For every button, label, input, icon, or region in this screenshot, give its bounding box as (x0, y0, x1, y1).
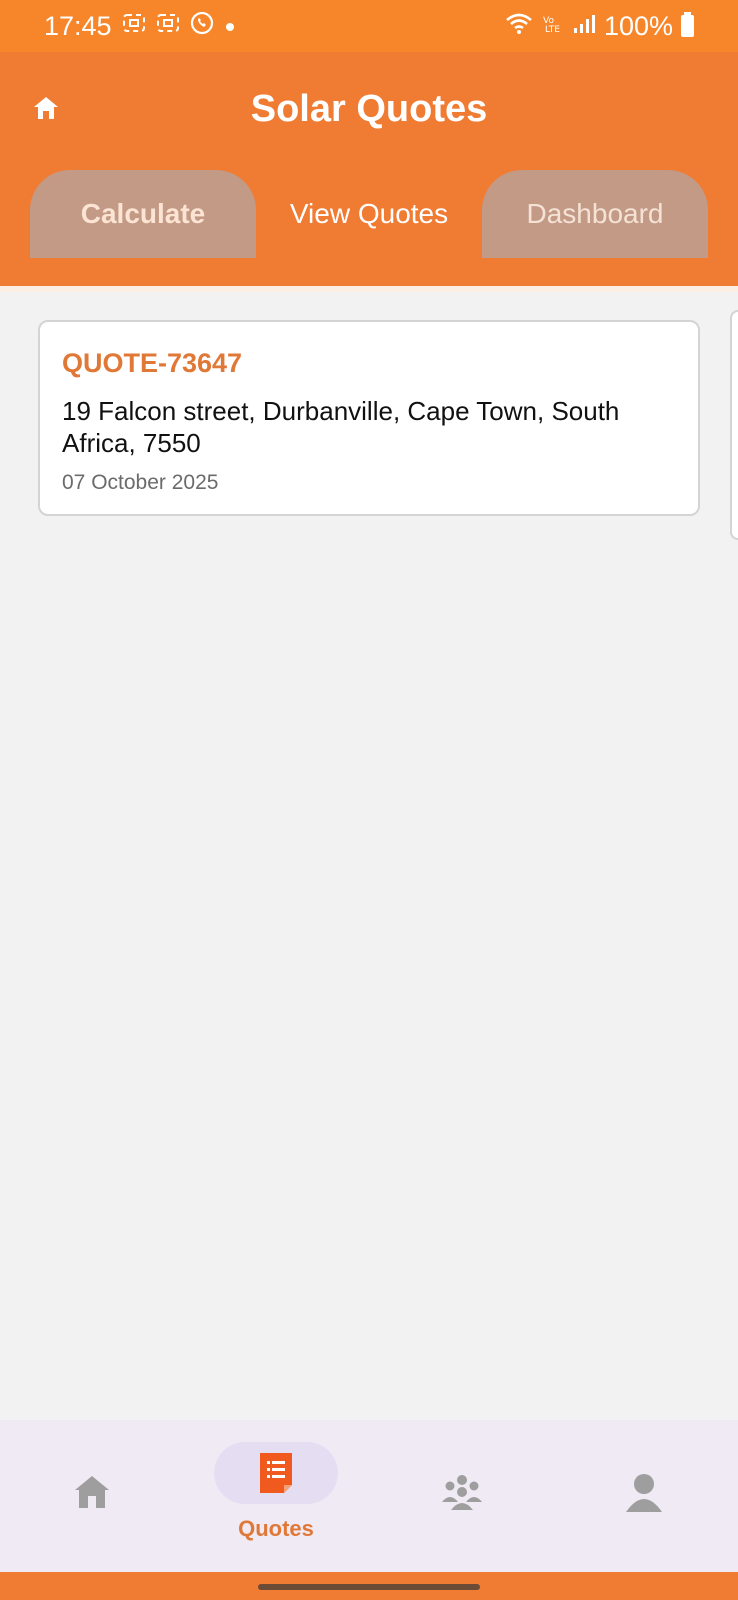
status-bar: 17:45 Vo LTE 100% (0, 0, 738, 52)
status-left: 17:45 (44, 11, 236, 42)
divider (0, 286, 738, 292)
page-title: Solar Quotes (250, 88, 488, 130)
quotes-document-icon (260, 1453, 292, 1493)
home-icon (72, 1472, 112, 1517)
signal-icon (572, 11, 596, 42)
status-time: 17:45 (44, 10, 112, 41)
tab-view-quotes[interactable]: View Quotes (256, 170, 482, 258)
nav-home[interactable] (54, 1420, 130, 1572)
quote-date: 07 October 2025 (62, 471, 219, 494)
nav-quotes-label: Quotes (238, 1516, 314, 1541)
nav-profile[interactable] (606, 1420, 682, 1572)
tab-calculate[interactable]: Calculate (30, 170, 256, 258)
status-right: Vo LTE 100% (504, 11, 694, 42)
quote-card-peek[interactable] (730, 310, 738, 540)
wifi-icon (504, 11, 534, 42)
team-icon (438, 1472, 486, 1517)
quote-address: 19 Falcon street, Durbanville, Cape Town… (62, 396, 620, 458)
profile-icon (624, 1472, 664, 1517)
quote-id: QUOTE-73647 (62, 348, 243, 378)
nav-active-indicator (214, 1442, 338, 1504)
svg-text:LTE: LTE (545, 25, 560, 34)
notification-dot-icon (224, 13, 236, 39)
volte-icon: Vo LTE (542, 12, 564, 40)
quotes-list: QUOTE-73647 19 Falcon street, Durbanvill… (0, 286, 738, 1420)
nav-quotes[interactable]: Quotes (214, 1420, 338, 1572)
battery-percent: 100% (603, 10, 673, 41)
tab-dashboard[interactable]: Dashboard (482, 170, 708, 258)
quote-card[interactable]: QUOTE-73647 19 Falcon street, Durbanvill… (38, 320, 700, 516)
nav-team[interactable] (424, 1420, 500, 1572)
battery-icon (681, 12, 694, 37)
gesture-handle[interactable] (258, 1584, 480, 1590)
app-header: Solar Quotes Calculate View Quotes Dashb… (0, 52, 738, 286)
whatsapp-icon (190, 11, 214, 41)
tab-bar: Calculate View Quotes Dashboard (30, 170, 708, 258)
bottom-navigation: Quotes (0, 1420, 738, 1572)
screenshot-icon (156, 13, 180, 39)
system-gesture-bar (0, 1572, 738, 1600)
screenshot-icon (122, 13, 146, 39)
